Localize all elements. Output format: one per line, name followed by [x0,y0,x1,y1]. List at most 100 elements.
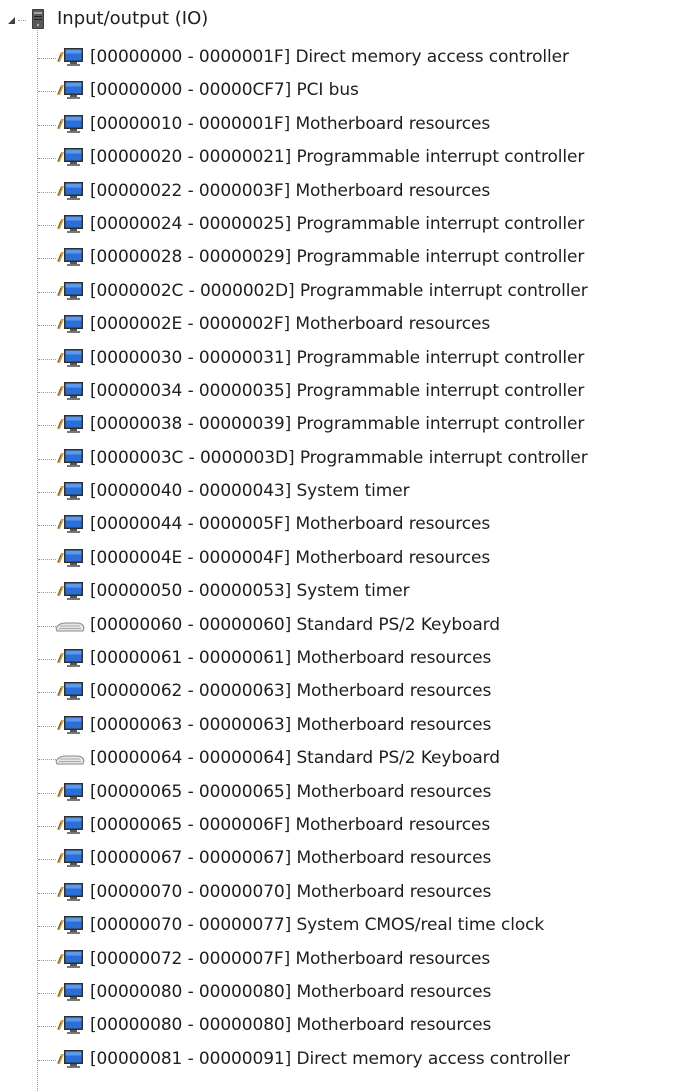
io-range: [00000024 - 00000025] [90,213,292,234]
system-device-icon [55,213,85,235]
system-device-icon [55,814,85,836]
tree-item-label: [00000050 - 00000053] System timer [90,579,410,603]
io-range: [00000022 - 0000003F] [90,180,291,201]
device-description: System CMOS/real time clock [296,915,545,936]
tree-item[interactable]: [00000081 - 00000091] Direct memory acce… [0,1044,692,1077]
tree-item-label: [0000003C - 0000003D] Programmable inter… [90,446,588,470]
tree-item[interactable]: [00000061 - 00000061] Motherboard resour… [0,643,692,676]
tree-item[interactable]: [0000002E - 0000002F] Motherboard resour… [0,309,692,342]
device-description: Motherboard resources [295,948,491,969]
tree-item-label: [00000024 - 00000025] Programmable inter… [90,212,584,236]
tree-item[interactable]: [00000050 - 00000053] System timer [0,576,692,609]
tree-children: [00000000 - 0000001F] Direct memory acce… [0,42,692,1077]
tree-connector [38,224,56,226]
tree-item-label: [00000064 - 00000064] Standard PS/2 Keyb… [90,746,500,770]
device-description: Motherboard resources [295,514,491,535]
tree-item-label: [00000080 - 00000080] Motherboard resour… [90,980,491,1004]
io-range: [00000000 - 00000CF7] [90,80,292,101]
io-range: [00000065 - 0000006F] [90,814,291,835]
tree-item[interactable]: [00000070 - 00000070] Motherboard resour… [0,877,692,910]
tree-connector [38,158,56,160]
io-range: [00000065 - 00000065] [90,781,292,802]
tree-connector [38,492,56,494]
tree-item[interactable]: [00000000 - 0000001F] Direct memory acce… [0,42,692,75]
io-range: [00000044 - 0000005F] [90,514,291,535]
tree-connector [38,992,56,994]
tree-item[interactable]: [0000003C - 0000003D] Programmable inter… [0,443,692,476]
io-range: [0000002C - 0000002D] [90,280,295,301]
tree-item[interactable]: [00000022 - 0000003F] Motherboard resour… [0,176,692,209]
tree-connector [38,792,56,794]
tree-item[interactable]: [00000065 - 00000065] Motherboard resour… [0,777,692,810]
io-range: [00000040 - 00000043] [90,481,292,502]
tree-connector [38,325,56,327]
computer-tower-icon [32,9,44,29]
tree-connector [38,91,56,93]
tree-connector [38,759,56,761]
tree-item-label: [00000065 - 00000065] Motherboard resour… [90,780,491,804]
system-device-icon [55,347,85,369]
tree-item[interactable]: [00000028 - 00000029] Programmable inter… [0,242,692,275]
system-device-icon [55,280,85,302]
io-range: [00000000 - 0000001F] [90,47,291,67]
io-range: [00000072 - 0000007F] [90,948,291,969]
tree-item-label: [00000063 - 00000063] Motherboard resour… [90,713,491,737]
system-device-icon [55,513,85,535]
system-device-icon [55,981,85,1003]
tree-item-label: [00000000 - 00000CF7] PCI bus [90,78,359,102]
io-range: [00000034 - 00000035] [90,380,292,401]
system-device-icon [55,1014,85,1036]
tree-item[interactable]: [00000063 - 00000063] Motherboard resour… [0,710,692,743]
tree-item[interactable]: [00000034 - 00000035] Programmable inter… [0,376,692,409]
tree-item[interactable]: [00000040 - 00000043] System timer [0,476,692,509]
tree-item-label: [0000002E - 0000002F] Motherboard resour… [90,312,490,336]
tree-item[interactable]: [00000070 - 00000077] System CMOS/real t… [0,910,692,943]
device-description: Motherboard resources [295,314,491,335]
io-range: [00000028 - 00000029] [90,247,292,268]
tree-item[interactable]: [00000030 - 00000031] Programmable inter… [0,343,692,376]
tree-item-label: [00000062 - 00000063] Motherboard resour… [90,679,491,703]
io-range: [00000020 - 00000021] [90,147,292,168]
tree-item[interactable]: [00000024 - 00000025] Programmable inter… [0,209,692,242]
tree-item-label: [00000067 - 00000067] Motherboard resour… [90,846,491,870]
io-range: [00000062 - 00000063] [90,681,292,702]
io-range: [00000050 - 00000053] [90,581,292,602]
tree-item[interactable]: [00000072 - 0000007F] Motherboard resour… [0,944,692,977]
device-description: Programmable interrupt controller [299,280,588,301]
system-device-icon [55,580,85,602]
tree-connector [38,1059,56,1061]
tree-connector [38,558,56,560]
tree-item-label: [00000065 - 0000006F] Motherboard resour… [90,813,490,837]
tree-item[interactable]: [00000064 - 00000064] Standard PS/2 Keyb… [0,743,692,776]
tree-item-label: [00000070 - 00000077] System CMOS/real t… [90,913,544,937]
tree-item[interactable]: [00000038 - 00000039] Programmable inter… [0,409,692,442]
tree-item-label: [00000040 - 00000043] System timer [90,479,410,503]
tree-item[interactable]: [0000002C - 0000002D] Programmable inter… [0,276,692,309]
system-device-icon [55,547,85,569]
tree-item-label: [00000022 - 0000003F] Motherboard resour… [90,179,490,203]
tree-item[interactable]: [00000044 - 0000005F] Motherboard resour… [0,509,692,542]
system-device-icon [55,847,85,869]
tree-item[interactable]: [00000000 - 00000CF7] PCI bus [0,75,692,108]
tree-item[interactable]: [00000020 - 00000021] Programmable inter… [0,142,692,175]
tree-item-label: [00000061 - 00000061] Motherboard resour… [90,646,491,670]
tree-item[interactable]: [00000062 - 00000063] Motherboard resour… [0,676,692,709]
tree-connector [38,525,56,527]
tree-item[interactable]: [00000080 - 00000080] Motherboard resour… [0,1010,692,1043]
tree-item-label: [00000010 - 0000001F] Motherboard resour… [90,112,490,136]
device-description: Motherboard resources [296,714,492,735]
tree-item[interactable]: [00000067 - 00000067] Motherboard resour… [0,843,692,876]
io-range: [00000064 - 00000064] [90,748,292,769]
io-range: [00000030 - 00000031] [90,347,292,368]
tree-connector [38,659,56,661]
tree-item[interactable]: [00000080 - 00000080] Motherboard resour… [0,977,692,1010]
tree-item[interactable]: [0000004E - 0000004F] Motherboard resour… [0,543,692,576]
io-range: [00000010 - 0000001F] [90,113,291,134]
tree-item[interactable]: [00000010 - 0000001F] Motherboard resour… [0,109,692,142]
tree-connector [38,692,56,694]
device-description: Programmable interrupt controller [296,380,585,401]
expand-triangle-icon[interactable] [8,17,15,24]
tree-item[interactable]: [00000060 - 00000060] Standard PS/2 Keyb… [0,610,692,643]
tree-connector [38,291,56,293]
tree-item[interactable]: [00000065 - 0000006F] Motherboard resour… [0,810,692,843]
